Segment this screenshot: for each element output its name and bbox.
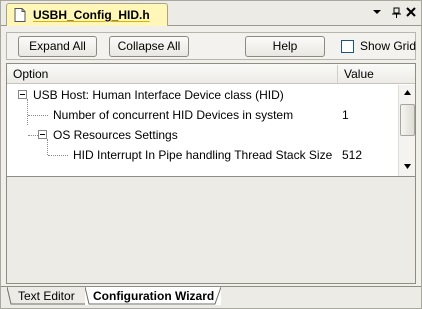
wizard-toolbar: Expand All Collapse All Help Show Grid xyxy=(6,32,416,60)
collapse-minus-icon[interactable] xyxy=(18,90,27,99)
pin-icon[interactable] xyxy=(390,7,402,19)
value-column-header[interactable]: Value xyxy=(344,67,374,81)
tree-row-value[interactable]: 1 xyxy=(342,108,349,122)
tree-row-label: HID Interrupt In Pipe handling Thread St… xyxy=(73,148,333,162)
option-column-header[interactable]: Option xyxy=(13,67,48,81)
editor-window: USBH_Config_HID.h Expand All Collapse Al… xyxy=(0,0,422,309)
column-divider[interactable] xyxy=(337,65,338,83)
tree-row-label: Number of concurrent HID Devices in syst… xyxy=(53,108,294,122)
configuration-wizard-tab-label: Configuration Wizard xyxy=(93,289,215,303)
chevron-down-icon[interactable] xyxy=(372,7,382,19)
expand-all-button[interactable]: Expand All xyxy=(18,36,97,57)
bottom-tab-bar: Text Editor Configuration Wizard xyxy=(1,286,421,308)
tree-row[interactable]: OS Resources Settings xyxy=(7,125,397,145)
collapse-minus-icon[interactable] xyxy=(38,130,47,139)
scrollbar-thumb[interactable] xyxy=(400,104,415,136)
grid-header: Option Value xyxy=(7,64,415,84)
document-tab[interactable]: USBH_Config_HID.h xyxy=(6,3,168,26)
tree-row-value[interactable]: 512 xyxy=(342,148,362,162)
close-icon[interactable] xyxy=(406,7,416,19)
scroll-up-arrow-icon[interactable] xyxy=(400,86,415,101)
tree-row[interactable]: HID Interrupt In Pipe handling Thread St… xyxy=(7,145,397,165)
text-editor-tab[interactable]: Text Editor xyxy=(7,287,91,305)
show-grid-checkbox[interactable] xyxy=(341,40,354,53)
collapse-all-button[interactable]: Collapse All xyxy=(109,36,189,57)
tree-row[interactable]: Number of concurrent HID Devices in syst… xyxy=(7,105,397,125)
description-pane xyxy=(7,177,415,283)
vertical-scrollbar[interactable] xyxy=(398,85,415,176)
tree-row-label: USB Host: Human Interface Device class (… xyxy=(33,88,284,102)
text-editor-tab-label: Text Editor xyxy=(18,289,75,303)
document-tab-strip: USBH_Config_HID.h xyxy=(1,1,421,26)
options-tree-grid: Option Value USB Host: Human Interface D… xyxy=(6,63,416,284)
show-grid-label: Show Grid xyxy=(360,39,417,53)
tree-row[interactable]: USB Host: Human Interface Device class (… xyxy=(7,85,397,105)
help-button[interactable]: Help xyxy=(245,36,325,57)
scroll-down-arrow-icon[interactable] xyxy=(400,160,415,175)
tree-rows: USB Host: Human Interface Device class (… xyxy=(7,85,397,175)
document-tab-title: USBH_Config_HID.h xyxy=(33,8,150,22)
file-icon xyxy=(14,8,26,22)
tree-row-label: OS Resources Settings xyxy=(53,128,178,142)
configuration-wizard-tab[interactable]: Configuration Wizard xyxy=(85,287,221,305)
